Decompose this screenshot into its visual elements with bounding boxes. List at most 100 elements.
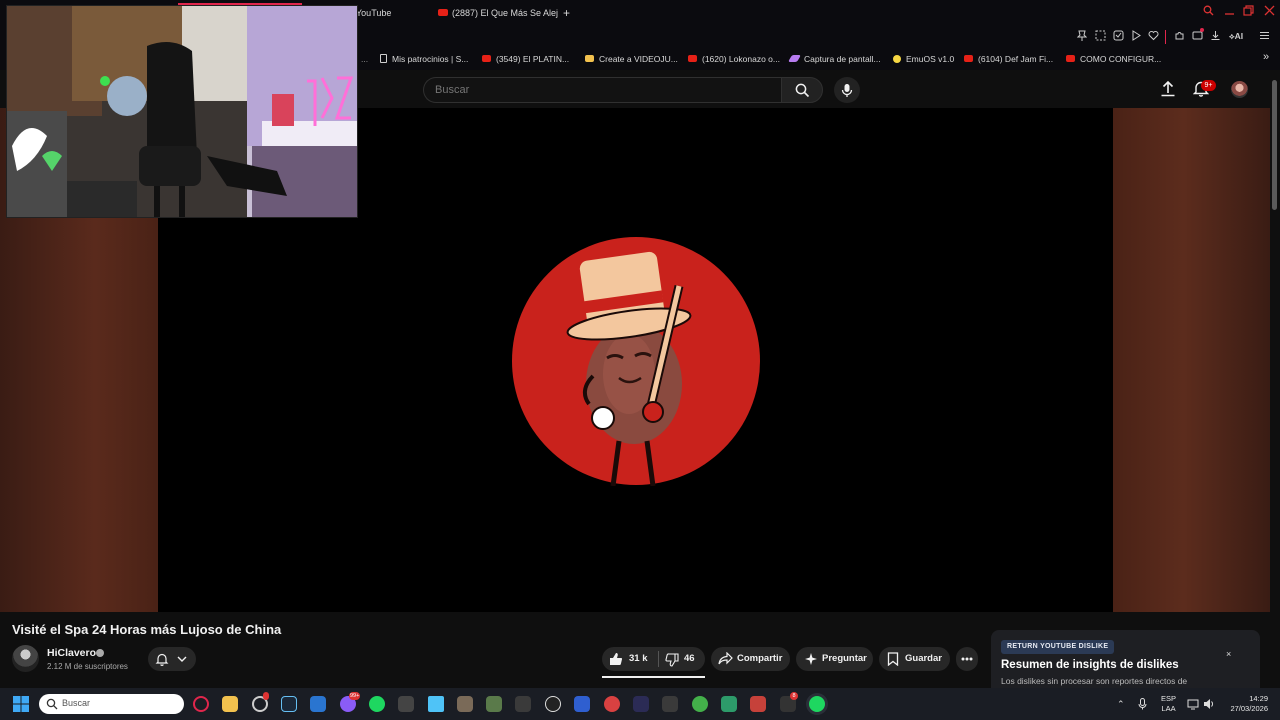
notepad-icon[interactable] xyxy=(428,696,444,712)
tray-microphone-icon[interactable] xyxy=(1138,698,1147,710)
bookmarks-overflow-icon[interactable]: » xyxy=(1263,50,1269,64)
tray-network-icon[interactable] xyxy=(1187,698,1199,710)
like-button[interactable]: 31 k xyxy=(602,647,658,671)
more-horizontal-icon xyxy=(961,657,973,661)
game-launcher-2-icon[interactable] xyxy=(633,696,649,712)
tray-volume-icon[interactable] xyxy=(1203,698,1215,710)
tab-el-que-mas-se-aleja[interactable]: (2887) El Que Más Se Alej xyxy=(438,4,558,22)
xbox-icon[interactable] xyxy=(692,696,708,712)
new-tab-button[interactable]: + xyxy=(563,4,570,22)
opera-gx-icon[interactable] xyxy=(193,696,209,712)
voicemeeter-icon[interactable] xyxy=(750,696,766,712)
ryd-heading: Resumen de insights de dislikes xyxy=(1001,659,1179,671)
search-input[interactable] xyxy=(424,78,781,102)
recorder-icon[interactable] xyxy=(604,696,620,712)
spotify-icon[interactable] xyxy=(369,696,385,712)
taskbar-search-placeholder: Buscar xyxy=(62,698,91,708)
feather-icon xyxy=(787,55,802,63)
channel-name[interactable]: HiClavero xyxy=(47,647,96,659)
save-label: Guardar xyxy=(905,653,942,664)
save-button[interactable]: Guardar xyxy=(879,647,950,671)
wallet-icon[interactable] xyxy=(1192,28,1204,44)
heart-icon[interactable] xyxy=(1148,30,1159,44)
aria-ai-icon[interactable]: ⟡AI xyxy=(1229,31,1243,42)
account-avatar[interactable] xyxy=(1231,81,1248,98)
sparkle-icon xyxy=(805,653,817,665)
search-tabs-icon[interactable] xyxy=(1203,5,1214,19)
bookmark-item[interactable]: Create a VIDEOJU... xyxy=(585,52,678,66)
app-shield-icon[interactable] xyxy=(310,696,326,712)
windows-start-icon[interactable] xyxy=(13,696,29,712)
thumbs-up-icon xyxy=(610,653,623,666)
restore-icon[interactable] xyxy=(1243,5,1254,19)
taskbar-search[interactable]: Buscar xyxy=(39,694,184,714)
upload-button[interactable] xyxy=(1160,80,1176,102)
subscription-bell-button[interactable] xyxy=(148,647,196,671)
bell-icon xyxy=(155,653,169,666)
tray-clock[interactable]: 14:29 27/03/2026 xyxy=(1226,694,1268,714)
search-button[interactable] xyxy=(781,77,823,103)
channel-logo-illustration xyxy=(512,237,760,486)
bookmark-label: Mis patrocinios | S... xyxy=(392,54,469,64)
game-icon[interactable] xyxy=(486,696,502,712)
tab-label: (2887) El Que Más Se Alej xyxy=(452,8,559,18)
shield-icon[interactable] xyxy=(1113,30,1124,44)
steam-icon[interactable] xyxy=(281,696,297,712)
scrollbar-thumb[interactable] xyxy=(1272,80,1277,210)
youtube-icon xyxy=(438,9,448,17)
bookmark-item[interactable]: (1620) Lokonazo o... xyxy=(688,52,780,66)
webcam-image xyxy=(7,6,357,217)
spotify-active-icon[interactable] xyxy=(809,696,825,712)
download-icon[interactable] xyxy=(1210,30,1221,44)
extensions-icon[interactable] xyxy=(1174,30,1185,44)
bitwarden-icon[interactable] xyxy=(574,696,590,712)
github-icon[interactable] xyxy=(545,696,561,712)
game-app-icon[interactable] xyxy=(721,696,737,712)
tray-chevron-up-icon[interactable]: ⌃ xyxy=(1117,699,1125,710)
update-dot xyxy=(1200,28,1204,32)
bookmark-item[interactable]: (3549) El PLATIN... xyxy=(482,52,569,66)
ryd-close-icon[interactable]: × xyxy=(1226,649,1231,659)
dislike-button[interactable]: 46 xyxy=(659,647,705,671)
ask-button[interactable]: Preguntar xyxy=(796,647,873,671)
bookmark-item[interactable]: Mis patrocinios | S... xyxy=(380,52,468,66)
youtube-icon xyxy=(688,55,697,63)
youtube-icon xyxy=(1066,55,1075,63)
ryd-body-text: Los dislikes sin procesar son reportes d… xyxy=(1001,676,1188,686)
bookmark-label: Create a VIDEOJU... xyxy=(599,54,678,64)
share-button[interactable]: Compartir xyxy=(711,647,790,671)
search-box xyxy=(423,77,781,103)
play-icon[interactable] xyxy=(1131,30,1141,44)
youtube-icon xyxy=(482,55,491,63)
streamdeck-icon[interactable] xyxy=(398,696,414,712)
folder-icon xyxy=(585,55,594,63)
chevron-down-icon xyxy=(177,656,187,662)
minimize-icon[interactable] xyxy=(1224,5,1235,19)
bookmark-item[interactable]: Captura de pantall... xyxy=(787,52,881,66)
channel-avatar[interactable] xyxy=(12,645,39,672)
subscriber-count: 2.12 M de suscriptores xyxy=(47,662,128,671)
more-actions-button[interactable] xyxy=(956,647,978,671)
ryd-tag: RETURN YOUTUBE DISLIKE xyxy=(1001,640,1115,654)
share-icon xyxy=(718,652,733,665)
close-window-icon[interactable] xyxy=(1264,5,1275,19)
pin-icon[interactable] xyxy=(1076,30,1088,45)
notification-badge: 8 xyxy=(790,692,798,700)
voice-search-button[interactable] xyxy=(834,77,860,103)
bookmark-item[interactable]: EmuOS v1.0 xyxy=(893,52,954,66)
game-launcher-icon[interactable] xyxy=(457,696,473,712)
tray-language-layout: LAA xyxy=(1161,704,1176,713)
car-game-icon[interactable] xyxy=(515,696,531,712)
file-explorer-icon[interactable] xyxy=(222,696,238,712)
bookmarks-overflow-left[interactable]: ... xyxy=(361,52,368,66)
bookmark-item[interactable]: (6104) Def Jam Fi... xyxy=(964,52,1053,66)
menu-icon[interactable] xyxy=(1259,30,1270,44)
page-icon xyxy=(380,54,387,64)
tray-language[interactable]: ESP LAA xyxy=(1161,694,1176,714)
bookmark-item[interactable]: COMO CONFIGUR... xyxy=(1066,52,1161,66)
screenshot-icon[interactable] xyxy=(1095,30,1106,44)
app-icon[interactable] xyxy=(662,696,678,712)
tab-youtube[interactable]: YouTube xyxy=(356,4,391,22)
video-title: Visité el Spa 24 Horas más Lujoso de Chi… xyxy=(12,622,282,637)
emuos-icon xyxy=(893,54,901,63)
